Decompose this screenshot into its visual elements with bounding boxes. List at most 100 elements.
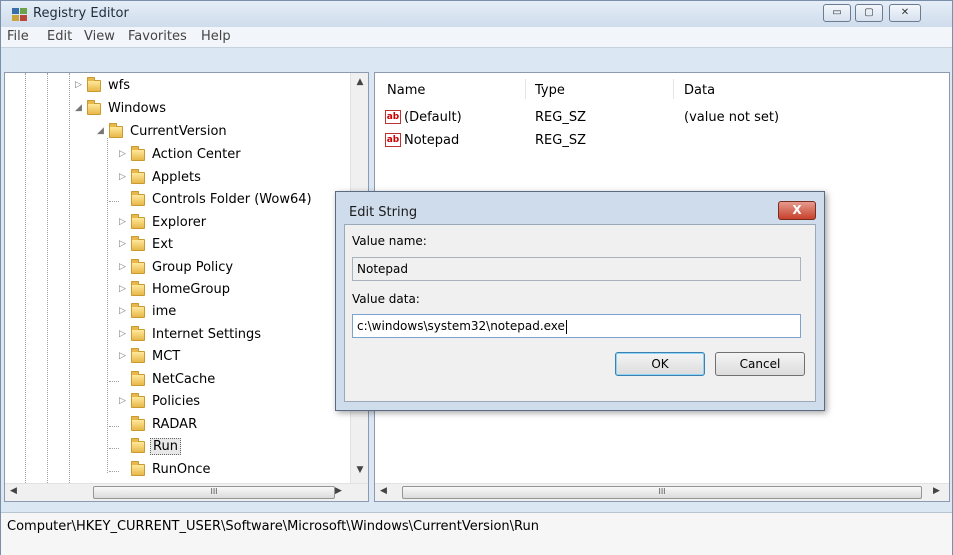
value-data: (value not set) (684, 110, 780, 125)
dialog-body: Value name: Notepad Value data: c:\windo… (344, 224, 816, 402)
folder-icon (131, 259, 145, 274)
tree-item-label: Explorer (152, 215, 207, 230)
value-type: REG_SZ (535, 133, 586, 148)
column-divider[interactable] (525, 79, 526, 99)
scrollbar-thumb[interactable]: III (93, 486, 335, 499)
tree-item-label: CurrentVersion (130, 124, 227, 139)
expand-icon[interactable]: ▷ (119, 149, 128, 159)
value-name-label: Value name: (352, 234, 427, 248)
folder-icon (131, 281, 145, 296)
tree-connector (109, 471, 119, 472)
expand-icon[interactable]: ▷ (119, 396, 128, 406)
value-data-text: c:\windows\system32\notepad.exe (357, 319, 565, 333)
expand-icon[interactable]: ▷ (119, 172, 128, 182)
tree-connector (109, 381, 119, 382)
tree-guide (25, 73, 26, 483)
folder-icon (131, 146, 145, 161)
tree-item-label: MCT (152, 349, 181, 364)
scroll-left-icon[interactable]: ◀ (380, 486, 387, 496)
scroll-right-icon[interactable]: ▶ (335, 486, 342, 496)
scroll-down-icon[interactable]: ▼ (351, 465, 368, 475)
tree-item-label: RADAR (152, 417, 198, 432)
tree-item-label: Group Policy (152, 260, 234, 275)
values-horizontal-scrollbar[interactable]: ◀ III ▶ (375, 483, 949, 501)
tree-guide (69, 73, 70, 483)
expand-icon[interactable]: ▷ (119, 284, 128, 294)
folder-icon (131, 416, 145, 431)
menu-view[interactable]: View (84, 29, 115, 44)
tree-item-label: RunOnce (152, 462, 211, 477)
scroll-up-icon[interactable]: ▲ (351, 77, 368, 87)
expand-icon[interactable]: ▷ (119, 306, 128, 316)
expand-icon[interactable]: ▷ (119, 329, 128, 339)
column-divider[interactable] (673, 79, 674, 99)
collapse-icon[interactable]: ◢ (97, 126, 106, 136)
expand-icon[interactable]: ▷ (119, 239, 128, 249)
tree-item-label: Applets (152, 170, 201, 185)
registry-editor-window: Registry Editor ▭ ▢ ✕ File Edit View Fav… (0, 0, 953, 555)
title-bar[interactable]: Registry Editor ▭ ▢ ✕ (1, 1, 952, 27)
expand-icon[interactable]: ▷ (119, 262, 128, 272)
collapse-icon[interactable]: ◢ (75, 103, 84, 113)
value-data-input[interactable]: c:\windows\system32\notepad.exe (352, 314, 801, 338)
minimize-icon: ▭ (832, 7, 842, 18)
window-title: Registry Editor (33, 6, 129, 21)
minimize-button[interactable]: ▭ (823, 4, 851, 22)
folder-icon (109, 123, 123, 138)
close-button[interactable]: ✕ (889, 4, 921, 22)
tree-horizontal-scrollbar[interactable]: ◀ III ▶ (5, 483, 368, 501)
dialog-title: Edit String (349, 205, 418, 220)
tree-connector (109, 448, 119, 449)
tree-item-label: Policies (152, 394, 201, 409)
tree-item-label: Windows (108, 101, 167, 116)
menu-edit[interactable]: Edit (47, 29, 72, 44)
value-name: Notepad (404, 133, 460, 148)
value-name-field: Notepad (352, 257, 801, 281)
folder-icon (87, 77, 101, 92)
folder-icon (131, 303, 145, 318)
scroll-left-icon[interactable]: ◀ (10, 486, 17, 496)
tree-item-label: wfs (108, 78, 130, 93)
column-header-name[interactable]: Name (387, 83, 425, 98)
close-icon: X (792, 203, 802, 217)
status-bar: Computer\HKEY_CURRENT_USER\Software\Micr… (1, 512, 952, 555)
ok-button[interactable]: OK (615, 352, 705, 376)
scroll-right-icon[interactable]: ▶ (933, 486, 940, 496)
maximize-icon: ▢ (864, 7, 874, 18)
edit-string-dialog: Edit String X Value name: Notepad Value … (335, 191, 825, 411)
registry-editor-icon (12, 8, 27, 21)
tree-connector (109, 426, 119, 427)
tree-item-label: Run (150, 438, 181, 455)
maximize-button[interactable]: ▢ (855, 4, 883, 22)
value-name: (Default) (404, 110, 462, 125)
tree-item-label: NetCache (152, 372, 216, 387)
tree-connector (109, 201, 119, 202)
column-header-type[interactable]: Type (535, 83, 565, 98)
folder-icon (131, 236, 145, 251)
folder-icon (87, 100, 101, 115)
close-icon: ✕ (900, 7, 910, 18)
folder-icon (131, 169, 145, 184)
menu-favorites[interactable]: Favorites (128, 29, 187, 44)
folder-icon (131, 191, 145, 206)
scrollbar-thumb[interactable]: III (402, 486, 922, 499)
registry-path: Computer\HKEY_CURRENT_USER\Software\Micr… (7, 519, 539, 534)
column-header-data[interactable]: Data (684, 83, 715, 98)
registry-tree: ▷ wfs ◢ Windows ◢ CurrentVersion ▷ Actio… (4, 72, 369, 502)
tree-item-label: ime (152, 304, 177, 319)
dialog-close-button[interactable]: X (778, 201, 816, 220)
expand-icon[interactable]: ▷ (119, 351, 128, 361)
folder-icon (131, 214, 145, 229)
tree-guide (107, 138, 108, 473)
menu-help[interactable]: Help (201, 29, 231, 44)
menu-file[interactable]: File (7, 29, 29, 44)
value-data-label: Value data: (352, 292, 420, 306)
cancel-button[interactable]: Cancel (715, 352, 805, 376)
folder-icon (131, 461, 145, 476)
folder-icon (131, 371, 145, 386)
folder-icon (131, 326, 145, 341)
folder-icon (131, 393, 145, 408)
expand-icon[interactable]: ▷ (119, 217, 128, 227)
tree-guide (47, 73, 48, 483)
expand-icon[interactable]: ▷ (75, 80, 84, 90)
